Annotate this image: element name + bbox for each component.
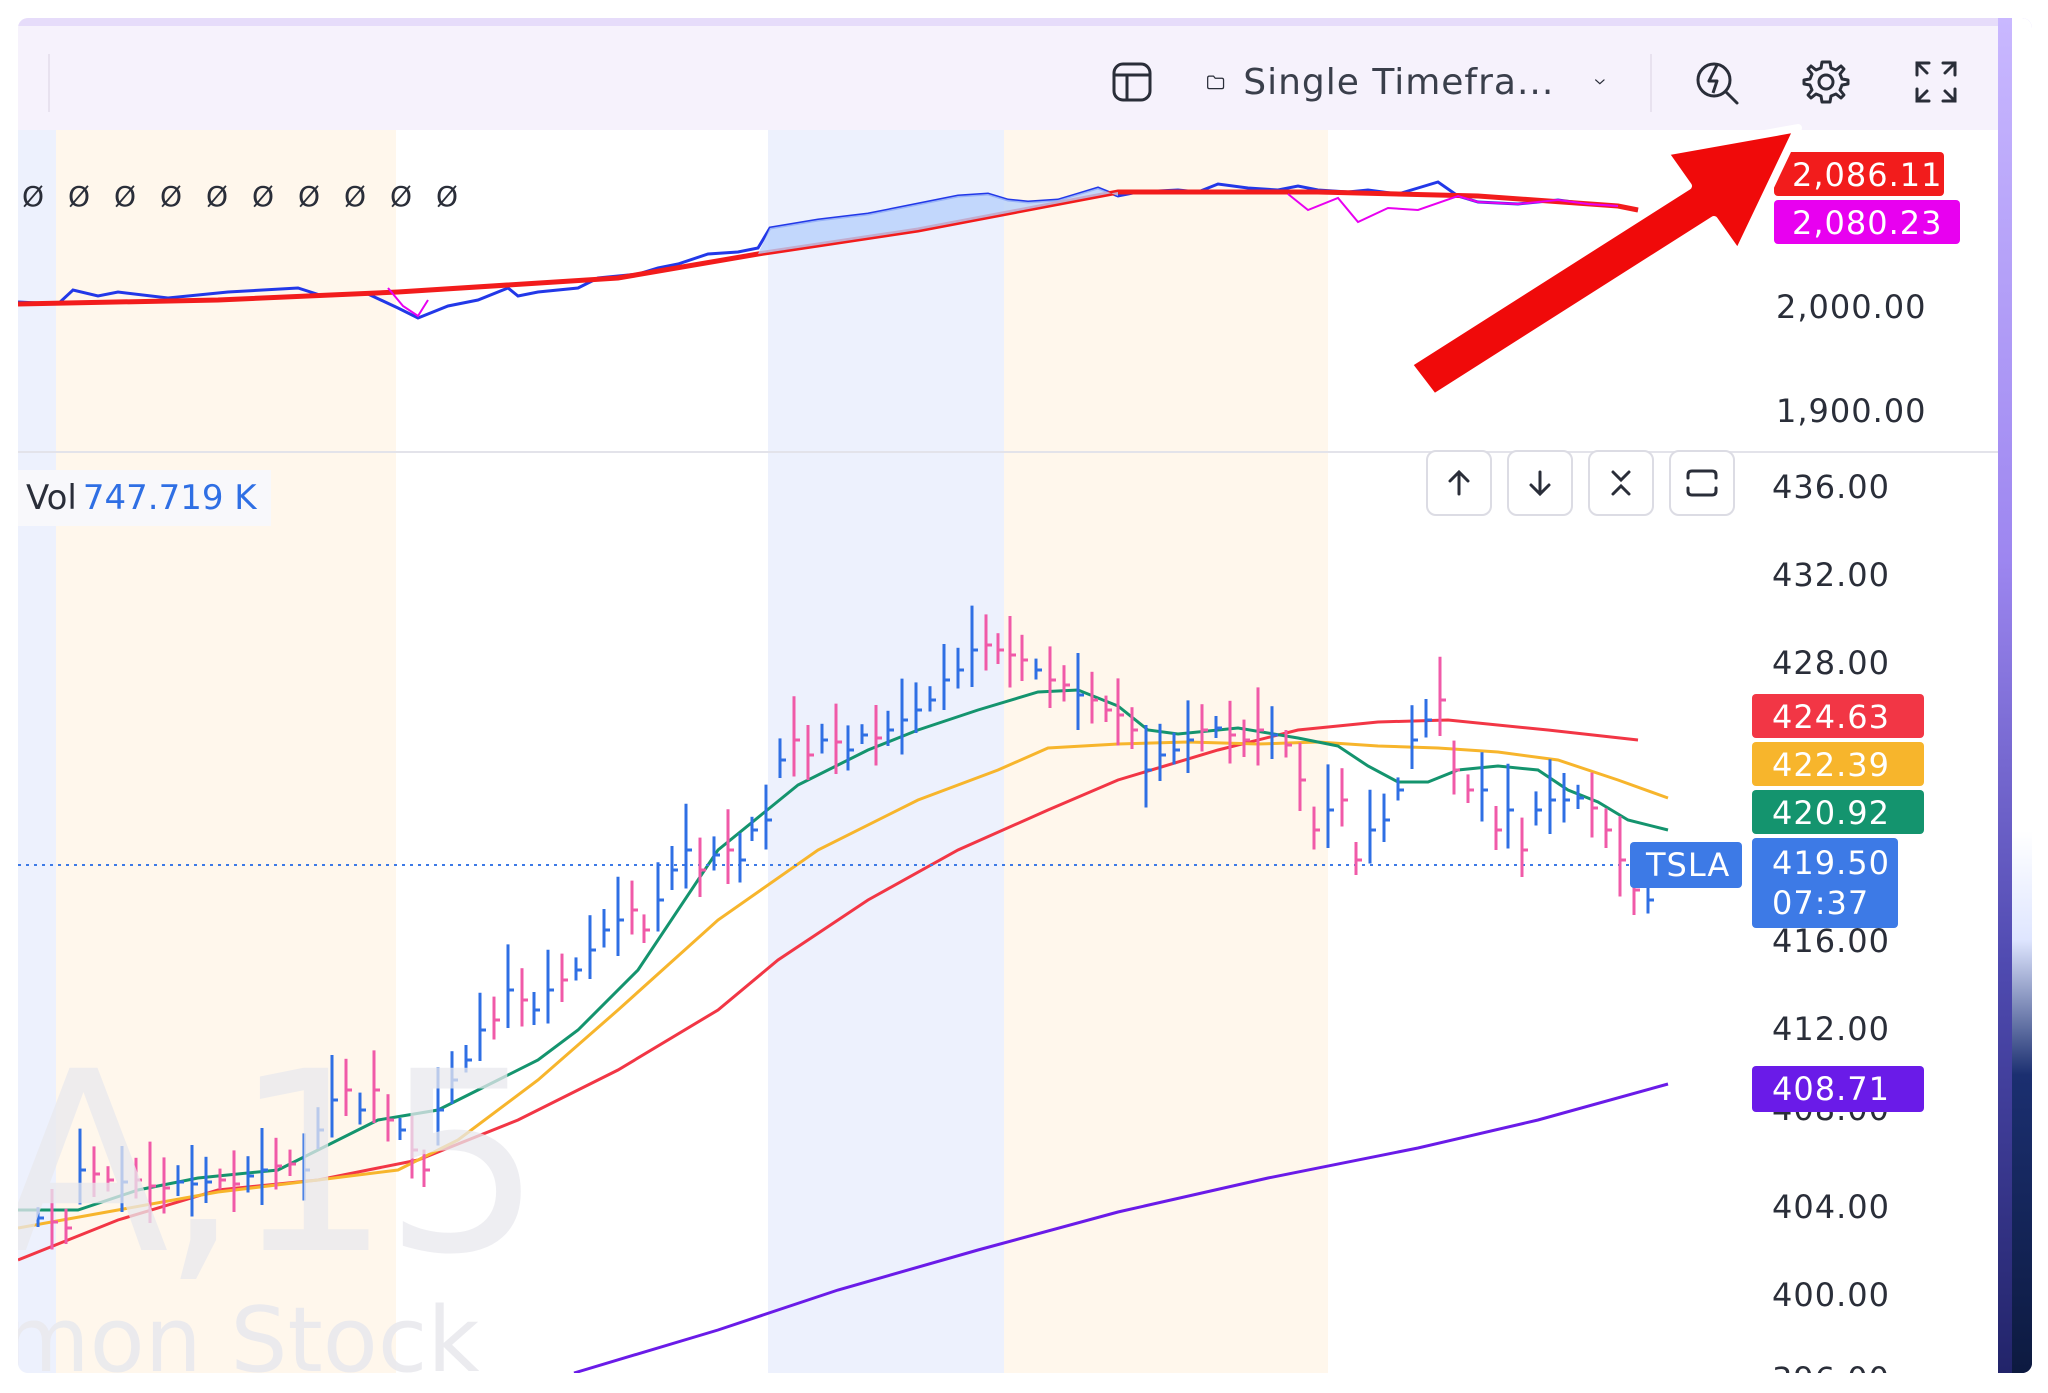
gear-icon [1802, 60, 1850, 104]
chart-window: ØØØØØØØØØØ 2,000.00 1,900.00 2,086.11 2,… [18, 18, 2032, 1373]
collapse-pane-button[interactable] [1588, 450, 1654, 516]
axis-label-436: 436.00 [1772, 468, 1890, 506]
volume-label: Vol [26, 478, 77, 518]
ma-red-badge-text: 424.63 [1772, 698, 1890, 736]
volume-value: 747.719 K [82, 478, 257, 518]
lightning-search-icon [1696, 62, 1739, 105]
arrow-down-icon [1529, 470, 1551, 497]
indicator-marker: Ø [114, 180, 136, 213]
axis-label-412: 412.00 [1772, 1010, 1890, 1048]
maximize-pane-button[interactable] [1669, 450, 1735, 516]
ma-purple-badge-text: 408.71 [1772, 1070, 1890, 1108]
symbol-tag-text: TSLA [1645, 846, 1730, 884]
arrow-up-icon [1448, 469, 1470, 496]
indicator-marker: Ø [68, 180, 90, 213]
cloud-icon [1207, 75, 1225, 90]
layout-button[interactable] [1106, 56, 1158, 108]
indicator-marker: Ø [160, 180, 182, 213]
indicator-marker: Ø [390, 180, 412, 213]
collapse-icon [1611, 470, 1631, 496]
fullscreen-button[interactable] [1910, 56, 1962, 108]
indicator-marker: Ø [298, 180, 320, 213]
axis-label-404: 404.00 [1772, 1188, 1890, 1226]
move-pane-down-button[interactable] [1507, 450, 1573, 516]
session-bg [1004, 130, 1328, 1373]
ma-green-badge-text: 420.92 [1772, 794, 1890, 832]
indicator-marker: Ø [252, 180, 274, 213]
move-pane-up-button[interactable] [1426, 450, 1492, 516]
ma-yellow-badge-text: 422.39 [1772, 746, 1890, 784]
watermark-symbol: A,15 [18, 1018, 543, 1309]
axis-label-428: 428.00 [1772, 644, 1890, 682]
layout-icon [1112, 62, 1152, 102]
watermark-description: mon Stock [18, 1288, 480, 1373]
quick-search-button[interactable] [1690, 54, 1746, 110]
last-price-text: 419.50 [1772, 844, 1890, 882]
chevron-down-icon [1595, 79, 1605, 85]
timeframe-label: Single Timefra... [1243, 61, 1555, 103]
settings-button[interactable] [1798, 54, 1854, 110]
countdown-text: 07:37 [1772, 884, 1869, 922]
axis-label-396: 396.00 [1772, 1360, 1890, 1373]
annotation-arrow [1404, 124, 1802, 402]
maximize-icon [1686, 469, 1718, 497]
indicator-marker: Ø [436, 180, 458, 213]
axis-label-432: 432.00 [1772, 556, 1890, 594]
toolbar-divider [1650, 54, 1652, 112]
axis-label-400: 400.00 [1772, 1276, 1890, 1314]
session-bg [768, 130, 1004, 1373]
timeframe-selector[interactable]: Single Timefra... [1206, 56, 1606, 108]
toolbar-divider [48, 54, 50, 112]
fullscreen-icon [1915, 61, 1957, 103]
volume-legend: Vol 747.719 K [18, 470, 271, 526]
indicator-marker: Ø [206, 180, 228, 213]
right-edge-desktop [2012, 18, 2032, 1373]
indicator-marker: Ø [22, 180, 44, 213]
indicator-marker: Ø [344, 180, 366, 213]
